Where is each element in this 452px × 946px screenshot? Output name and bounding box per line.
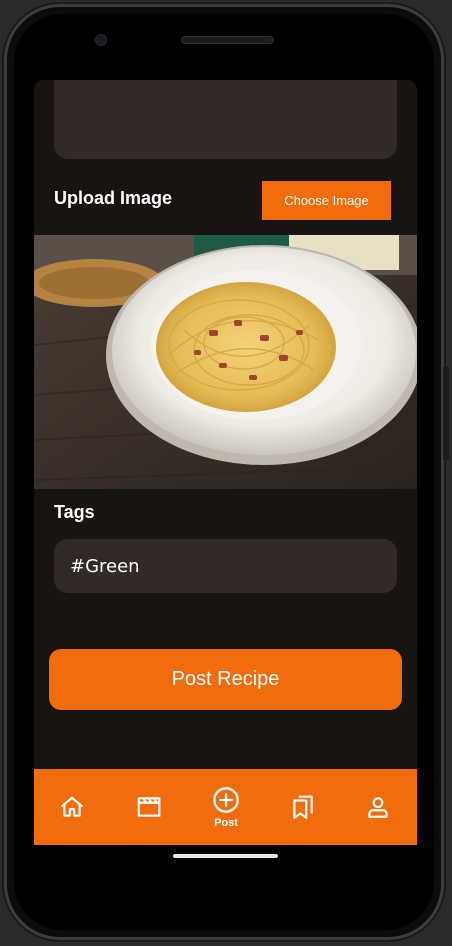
nav-item-videos[interactable] [119,769,179,845]
tags-input[interactable]: #Green [54,539,397,593]
bottom-navigation: Post [34,769,417,845]
nav-item-post[interactable]: Post [196,769,256,845]
home-icon [61,796,83,817]
person-icon [368,797,388,818]
clapperboard-icon [137,797,161,817]
choose-image-button[interactable]: Choose Image [262,181,391,220]
home-indicator[interactable] [173,854,278,858]
description-textarea[interactable] [54,80,397,159]
front-camera [95,34,107,46]
upload-image-label: Upload Image [54,188,173,208]
post-recipe-button[interactable]: Post Recipe [49,649,402,710]
plus-circle-icon [213,786,239,813]
earpiece-speaker [181,36,274,44]
recipe-image [34,235,417,489]
nav-item-profile[interactable] [348,769,408,845]
nav-label-post: Post [214,816,238,829]
nav-item-saved[interactable] [273,769,333,845]
app-screen: Upload Image Choose Image Tags #Green Po… [34,80,417,845]
phone-side-button [443,366,449,460]
nav-item-home[interactable] [42,769,102,845]
bookmarks-icon [293,795,313,819]
tags-label: Tags [54,502,95,522]
